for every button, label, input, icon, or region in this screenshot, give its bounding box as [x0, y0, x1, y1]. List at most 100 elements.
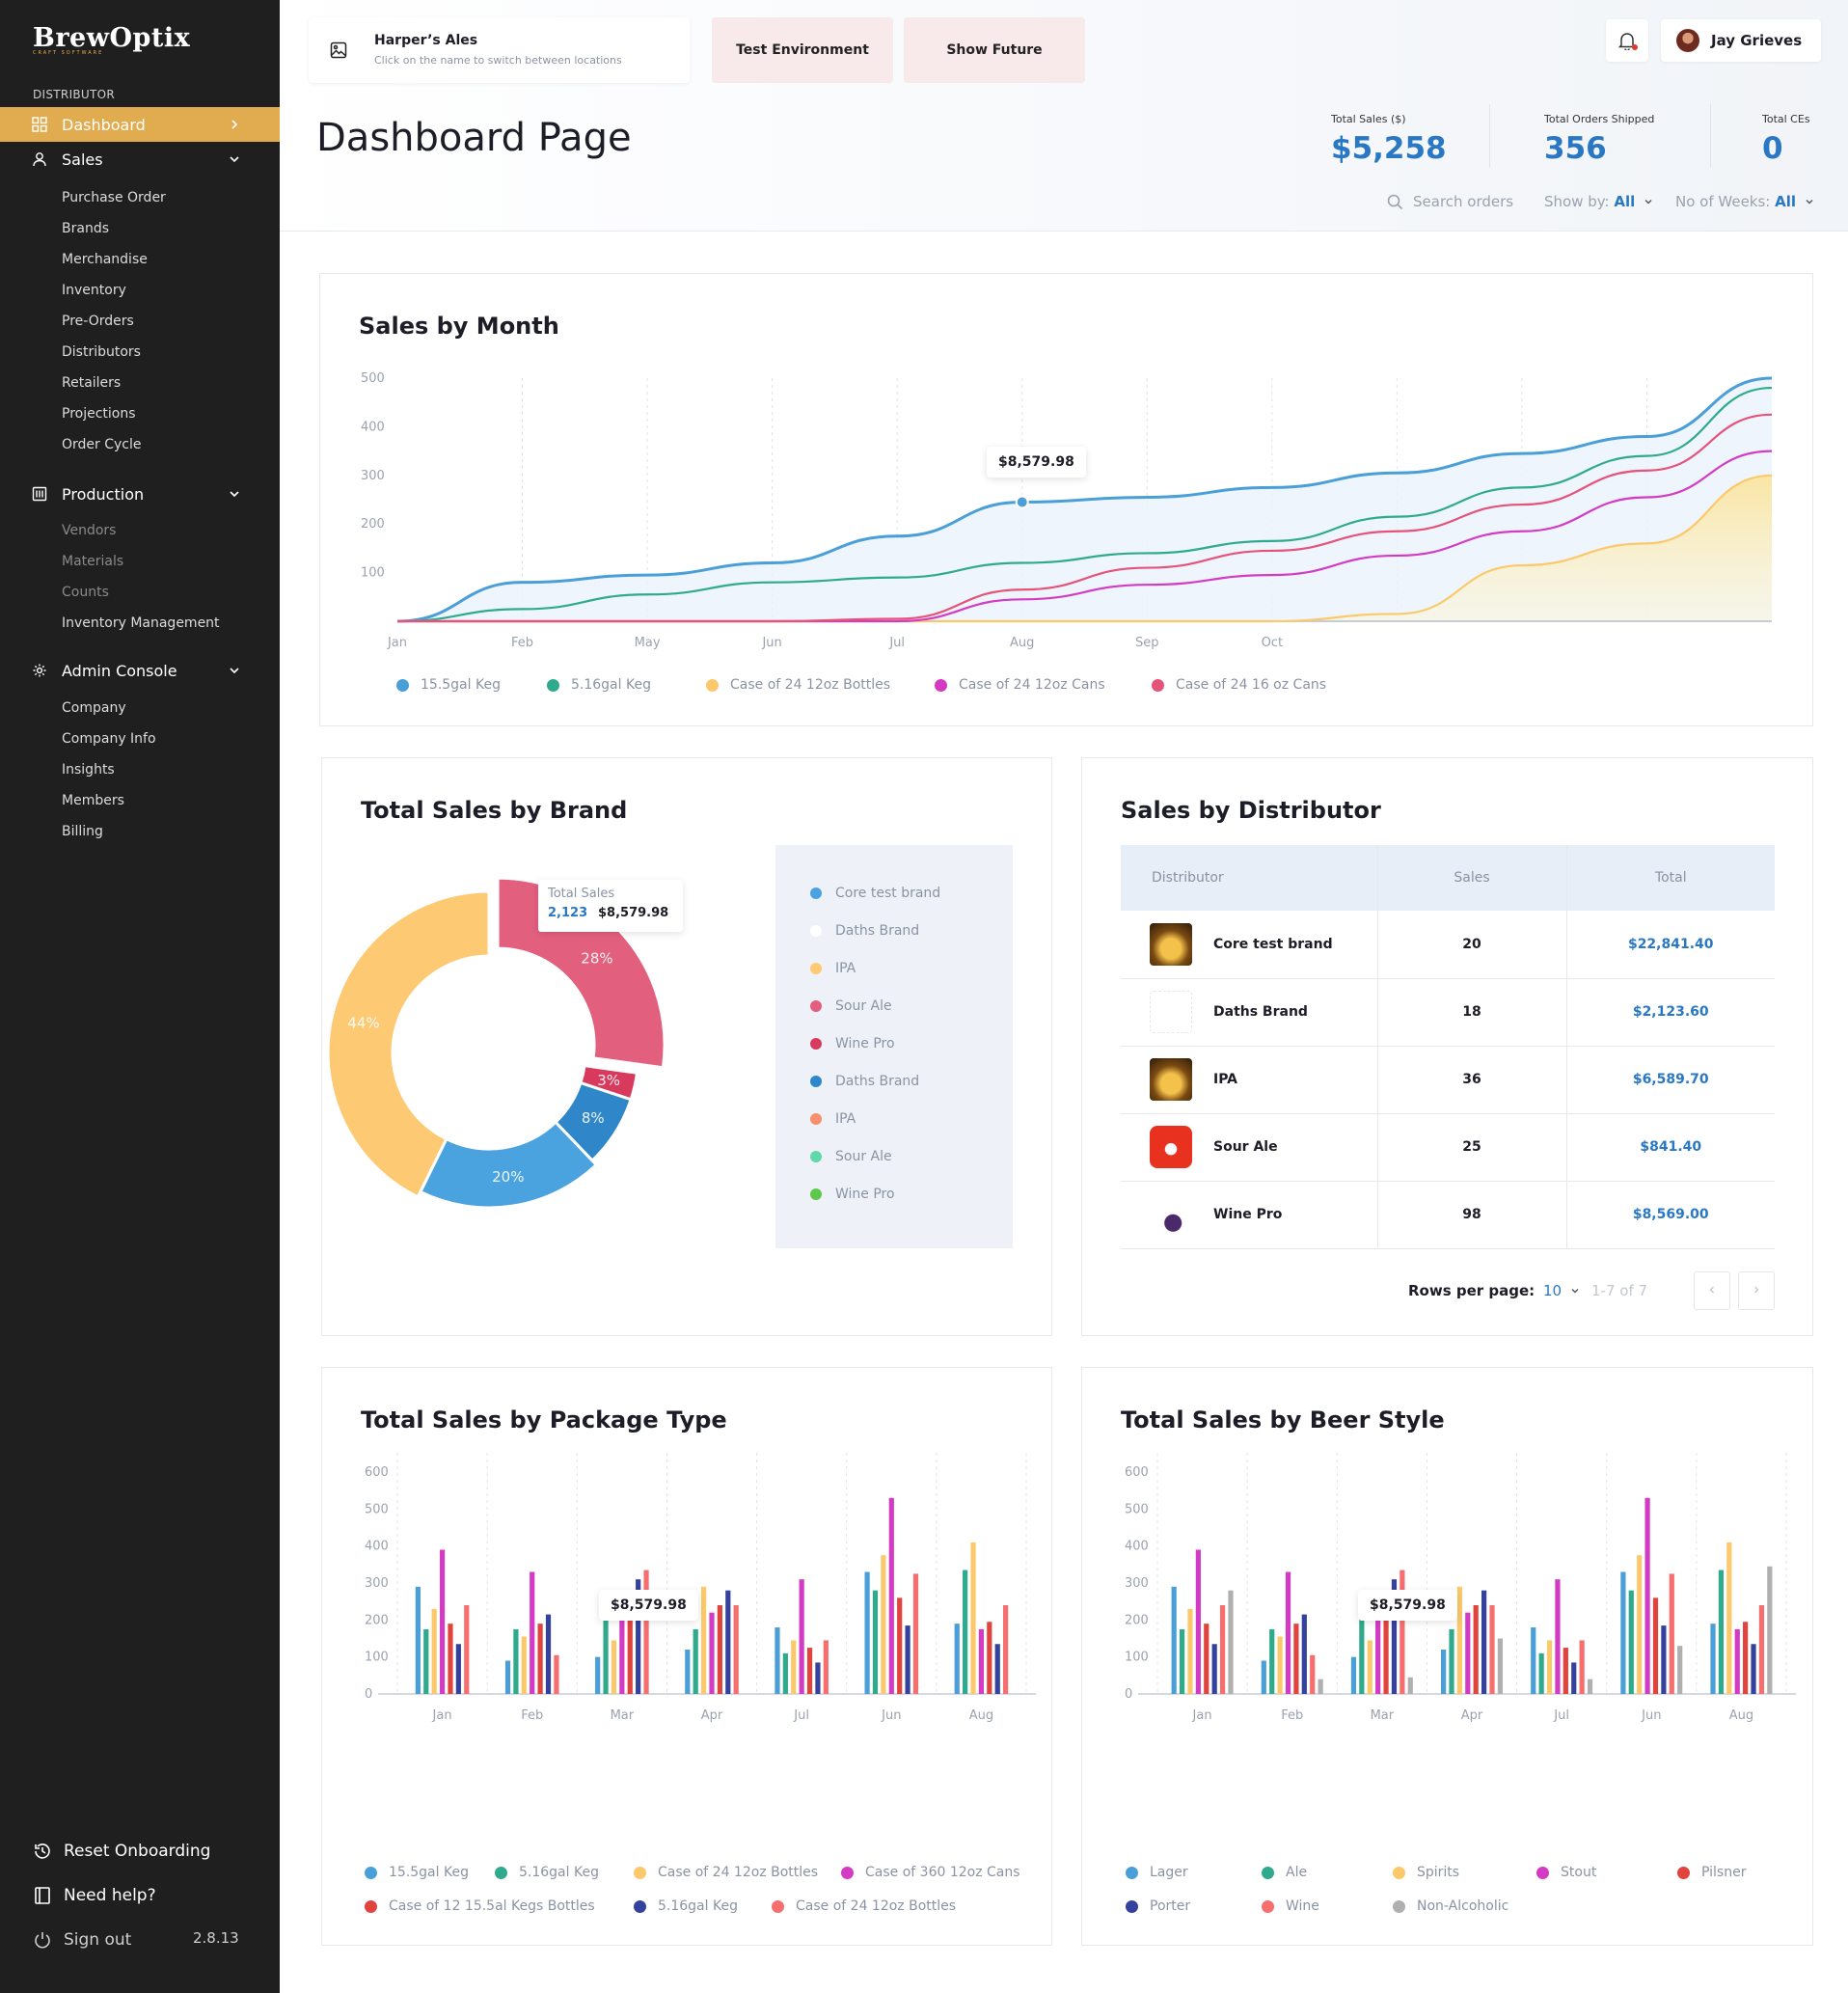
legend-item[interactable]: IPA — [810, 1111, 856, 1127]
bar — [448, 1624, 453, 1694]
legend-item[interactable]: Stout — [1536, 1865, 1596, 1880]
table-row[interactable]: IPA 36 $6,589.70 — [1121, 1046, 1775, 1114]
legend-item[interactable]: Wine — [1262, 1898, 1319, 1914]
test-environment-button[interactable]: Test Environment — [712, 17, 893, 83]
bar — [693, 1628, 698, 1694]
table-row[interactable]: Sour Ale 25 $841.40 — [1121, 1113, 1775, 1182]
legend-item[interactable]: Porter — [1126, 1898, 1190, 1914]
bar — [1661, 1625, 1667, 1694]
legend-item[interactable]: Core test brand — [810, 886, 940, 901]
search-orders[interactable]: Search orders — [1387, 193, 1513, 210]
column-header-distributor[interactable]: Distributor — [1121, 845, 1377, 911]
nav-company[interactable]: Company — [62, 700, 126, 716]
rows-per-page-value[interactable]: 10 — [1543, 1282, 1562, 1299]
previous-page-button[interactable] — [1694, 1271, 1730, 1310]
nav-distributors[interactable]: Distributors — [62, 344, 141, 360]
nav-merchandise[interactable]: Merchandise — [62, 252, 148, 267]
column-header-sales[interactable]: Sales — [1376, 845, 1566, 911]
legend-item[interactable]: 15.5gal Keg — [365, 1865, 469, 1880]
nav-sales[interactable]: Sales — [0, 142, 280, 177]
distributor-name: Daths Brand — [1213, 1004, 1308, 1020]
nav-brands[interactable]: Brands — [62, 221, 109, 236]
location-switcher[interactable]: Harper’s Ales Click on the name to switc… — [309, 17, 690, 83]
rows-per-page[interactable]: Rows per page: 10 — [1408, 1282, 1580, 1299]
y-tick-label: 200 — [365, 1613, 389, 1627]
nav-purchase-order[interactable]: Purchase Order — [62, 190, 166, 205]
legend-item[interactable]: 5.16gal Keg — [634, 1898, 738, 1914]
show-future-button[interactable]: Show Future — [904, 17, 1085, 83]
bar — [1441, 1650, 1447, 1694]
y-tick-label: 300 — [1125, 1576, 1149, 1591]
x-tick-label: Jan — [432, 1708, 452, 1723]
nav-company-info[interactable]: Company Info — [62, 731, 156, 747]
legend-item[interactable]: 5.16gal Keg — [495, 1865, 599, 1880]
table-row[interactable]: Wine Pro 98 $8,569.00 — [1121, 1181, 1775, 1249]
legend-item[interactable]: 15.5gal Keg — [396, 677, 501, 693]
x-tick-label: Jul — [793, 1708, 809, 1723]
nav-retailers[interactable]: Retailers — [62, 375, 121, 391]
divider — [1489, 104, 1490, 168]
brewoptix-logo[interactable]: BrewOptix — [33, 23, 190, 53]
sales-by-month-card: Sales by Month 100 200 300 400 500 Jan Feb May J… — [319, 273, 1813, 726]
search-placeholder[interactable]: Search orders — [1413, 193, 1513, 210]
column-header-total[interactable]: Total — [1565, 845, 1775, 911]
reset-onboarding-button[interactable]: Reset Onboarding — [33, 1842, 210, 1861]
legend-item[interactable]: Ale — [1262, 1865, 1307, 1880]
nav-inventory-management[interactable]: Inventory Management — [62, 615, 220, 631]
legend-item[interactable]: Sour Ale — [810, 998, 892, 1014]
show-by-value: All — [1614, 193, 1636, 210]
legend-item[interactable]: Wine Pro — [810, 1187, 895, 1202]
legend-item[interactable]: Case of 24 12oz Cans — [935, 677, 1105, 693]
legend-item[interactable]: Case of 24 16 oz Cans — [1152, 677, 1326, 693]
legend-item[interactable]: Wine Pro — [810, 1036, 895, 1051]
legend-item[interactable]: Daths Brand — [810, 1074, 919, 1089]
nav-pre-orders[interactable]: Pre-Orders — [62, 314, 134, 329]
nav-vendors[interactable]: Vendors — [62, 523, 116, 538]
legend-item[interactable]: Case of 12 15.5al Kegs Bottles — [365, 1898, 595, 1914]
legend-item[interactable]: Spirits — [1393, 1865, 1459, 1880]
legend-item[interactable]: IPA — [810, 961, 856, 976]
legend-item[interactable]: Case of 360 12oz Cans — [841, 1865, 1020, 1880]
distributor-cell: Core test brand — [1121, 911, 1377, 979]
legend-item[interactable]: Pilsner — [1677, 1865, 1746, 1880]
weeks-dropdown[interactable]: No of Weeks: All — [1675, 193, 1814, 210]
table-row[interactable]: Core test brand 20 $22,841.40 — [1121, 911, 1775, 979]
nav-counts[interactable]: Counts — [62, 585, 109, 600]
legend-item[interactable]: Case of 24 12oz Bottles — [706, 677, 890, 693]
legend-item[interactable]: Non-Alcoholic — [1393, 1898, 1508, 1914]
location-name[interactable]: Harper’s Ales — [374, 33, 477, 48]
nav-admin-console[interactable]: Admin Console — [0, 653, 280, 688]
legend-item[interactable]: 5.16gal Keg — [547, 677, 651, 693]
legend-item[interactable]: Case of 24 12oz Bottles — [634, 1865, 818, 1880]
legend-label: 5.16gal Keg — [658, 1898, 738, 1914]
user-menu[interactable]: Jay Grieves — [1661, 19, 1821, 62]
bar — [415, 1586, 421, 1694]
bar — [1318, 1679, 1323, 1694]
legend-label: 15.5gal Keg — [389, 1865, 469, 1880]
nav-production[interactable]: Production — [0, 477, 280, 511]
chart-tooltip: $8,579.98 — [599, 1590, 698, 1621]
bar — [881, 1555, 886, 1694]
brand-sales-card: Total Sales by Brand 28% 3% 8% 20% 44% Total… — [321, 757, 1052, 1336]
nav-materials[interactable]: Materials — [62, 554, 123, 569]
legend-item[interactable]: Case of 24 12oz Bottles — [772, 1898, 956, 1914]
need-help-button[interactable]: Need help? — [33, 1886, 156, 1905]
nav-projections[interactable]: Projections — [62, 406, 136, 422]
sign-out-button[interactable]: Sign out — [33, 1930, 131, 1950]
show-by-dropdown[interactable]: Show by: All — [1544, 193, 1653, 210]
legend-item[interactable]: Sour Ale — [810, 1149, 892, 1164]
nav-billing[interactable]: Billing — [62, 824, 103, 839]
legend-item[interactable]: Lager — [1126, 1865, 1188, 1880]
legend-item[interactable]: Daths Brand — [810, 923, 919, 939]
package-type-chart: 0 100 200 300 400 500 600 Jan Feb Mar Apr Jul Jun Aug — [365, 1453, 1036, 1723]
x-tick-label: Aug — [969, 1708, 993, 1723]
nav-order-cycle[interactable]: Order Cycle — [62, 437, 142, 452]
next-page-button[interactable] — [1738, 1271, 1775, 1310]
nav-insights[interactable]: Insights — [62, 762, 115, 778]
legend-label: Case of 12 15.5al Kegs Bottles — [389, 1898, 595, 1914]
nav-members[interactable]: Members — [62, 793, 124, 808]
notifications-button[interactable] — [1606, 19, 1648, 62]
nav-dashboard[interactable]: Dashboard — [0, 107, 280, 142]
table-row[interactable]: Daths Brand 18 $2,123.60 — [1121, 978, 1775, 1047]
nav-inventory[interactable]: Inventory — [62, 283, 126, 298]
